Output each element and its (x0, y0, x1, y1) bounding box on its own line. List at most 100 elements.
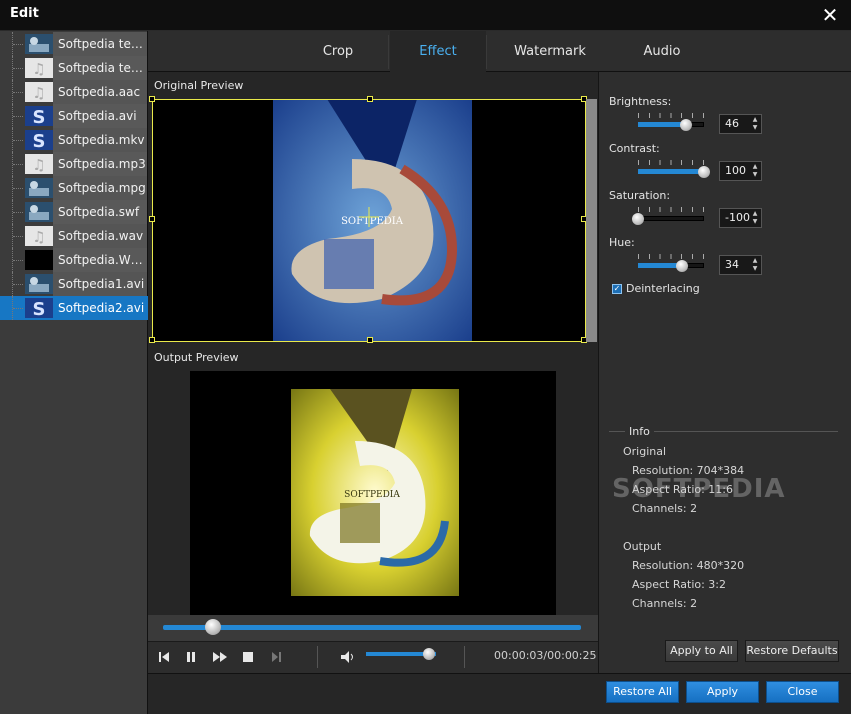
tab-bar: Crop Effect Watermark Audio (148, 31, 851, 72)
apply-button[interactable]: Apply (686, 681, 759, 703)
contrast-fill (638, 169, 704, 174)
tab-watermark[interactable]: Watermark (498, 31, 602, 72)
saturation-handle[interactable] (632, 213, 644, 225)
slider-ticks (638, 113, 704, 118)
output-resolution: Resolution: 480*320 (632, 559, 745, 572)
close-icon[interactable]: ✕ (818, 3, 842, 27)
spin-arrows-icon[interactable]: ▲ ▼ (751, 210, 759, 226)
file-list-item[interactable]: Softpedia test ... (0, 32, 148, 56)
file-name: Softpedia.aac (53, 80, 147, 104)
timecode: 00:00:03/00:00:25 (494, 649, 597, 662)
previous-icon[interactable] (154, 647, 174, 667)
spin-arrows-icon[interactable]: ▲ ▼ (751, 257, 759, 273)
close-button[interactable]: Close (766, 681, 839, 703)
seek-track[interactable] (163, 625, 581, 630)
output-heading: Output (623, 540, 662, 553)
deinterlacing-checkbox[interactable]: ✓ (612, 284, 622, 294)
tab-crop[interactable]: Crop (288, 31, 388, 72)
slider-ticks (638, 254, 704, 259)
original-heading: Original (623, 445, 667, 458)
crop-handle[interactable] (367, 96, 373, 102)
output-video-frame: SOFTPEDIA (291, 389, 459, 596)
crop-handle[interactable] (367, 337, 373, 343)
apply-to-all-button[interactable]: Apply to All (665, 640, 738, 662)
file-list-item[interactable]: ♫ Softpedia.aac (0, 80, 148, 104)
hue-label: Hue: (609, 236, 635, 249)
hue-spinbox[interactable]: 34 ▲ ▼ (719, 255, 762, 275)
file-name: Softpedia test ... (53, 32, 147, 56)
tree-line (13, 284, 23, 285)
spin-arrows-icon[interactable]: ▲ ▼ (751, 116, 759, 132)
svg-text:S: S (33, 131, 46, 150)
output-aspect-ratio: Aspect Ratio: 3:2 (632, 578, 727, 591)
file-list-item[interactable]: ♫ Softpedia test.... (0, 56, 148, 80)
tree-line (13, 164, 23, 165)
volume-icon[interactable] (338, 647, 358, 667)
saturation-spinbox[interactable]: -100 ▲ ▼ (719, 208, 762, 228)
contrast-label: Contrast: (609, 142, 660, 155)
contrast-value: 100 (725, 164, 746, 177)
volume-handle[interactable] (423, 648, 435, 660)
preview-scrollbar[interactable] (586, 99, 597, 342)
fast-forward-icon[interactable] (210, 647, 230, 667)
original-preview-label: Original Preview (154, 79, 244, 92)
tab-audio[interactable]: Audio (612, 31, 712, 72)
tree-line (13, 44, 23, 45)
file-list-item[interactable]: ♫ Softpedia.wav (0, 224, 148, 248)
saturation-slider[interactable] (638, 216, 704, 221)
crop-handle[interactable] (149, 337, 155, 343)
slider-ticks (638, 207, 704, 212)
file-thumbnail-icon: ♫ (25, 226, 53, 246)
svg-text:♫: ♫ (32, 228, 45, 246)
restore-all-button[interactable]: Restore All (606, 681, 679, 703)
file-list-item[interactable]: S Softpedia.avi (0, 104, 148, 128)
info-title: Info (625, 425, 654, 438)
file-thumbnail-icon (25, 274, 53, 294)
seek-handle[interactable] (205, 619, 221, 635)
title-bar (0, 0, 851, 31)
tree-line (13, 308, 23, 309)
tab-divider (486, 35, 487, 69)
brightness-fill (638, 122, 686, 127)
svg-text:♫: ♫ (32, 60, 45, 78)
restore-defaults-button[interactable]: Restore Defaults (745, 640, 839, 662)
file-list-item[interactable]: S Softpedia.mkv (0, 128, 148, 152)
pause-icon[interactable] (181, 647, 201, 667)
file-list-item[interactable]: ♫ Softpedia.mp3 (0, 152, 148, 176)
saturation-value: -100 (725, 211, 750, 224)
tree-line (13, 236, 23, 237)
file-thumbnail-icon: S (25, 298, 53, 318)
file-list-item[interactable]: Softpedia.WMV (0, 248, 148, 272)
tree-line (13, 68, 23, 69)
file-name: Softpedia.wav (53, 224, 147, 248)
brightness-spinbox[interactable]: 46 ▲ ▼ (719, 114, 762, 134)
output-channels: Channels: 2 (632, 597, 698, 610)
brightness-handle[interactable] (680, 119, 692, 131)
tab-divider (388, 35, 389, 69)
file-thumbnail-icon: ♫ (25, 58, 53, 78)
file-name: Softpedia1.avi (53, 272, 147, 296)
next-frame-icon[interactable] (266, 647, 286, 667)
output-preview-label: Output Preview (154, 351, 239, 364)
file-list-item[interactable]: Softpedia.mpg (0, 176, 148, 200)
contrast-spinbox[interactable]: 100 ▲ ▼ (719, 161, 762, 181)
file-name: Softpedia test.... (53, 56, 147, 80)
crop-selection[interactable] (149, 96, 587, 343)
tree-line (13, 140, 23, 141)
deinterlacing-label: Deinterlacing (626, 282, 700, 295)
hue-handle[interactable] (676, 260, 688, 272)
file-list-item[interactable]: Softpedia1.avi (0, 272, 148, 296)
crop-handle[interactable] (149, 96, 155, 102)
stop-icon[interactable] (238, 647, 258, 667)
file-thumbnail-icon (25, 202, 53, 222)
tab-effect[interactable]: Effect (390, 31, 486, 72)
file-thumbnail-icon: ♫ (25, 82, 53, 102)
file-list-item[interactable]: Softpedia.swf (0, 200, 148, 224)
divider (464, 646, 465, 668)
file-list-item[interactable]: S Softpedia2.avi (0, 296, 148, 320)
softpedia-watermark: SOFTPEDIA (612, 474, 786, 504)
file-thumbnail-icon (25, 178, 53, 198)
contrast-handle[interactable] (698, 166, 710, 178)
spin-arrows-icon[interactable]: ▲ ▼ (751, 163, 759, 179)
crop-handle[interactable] (149, 216, 155, 222)
